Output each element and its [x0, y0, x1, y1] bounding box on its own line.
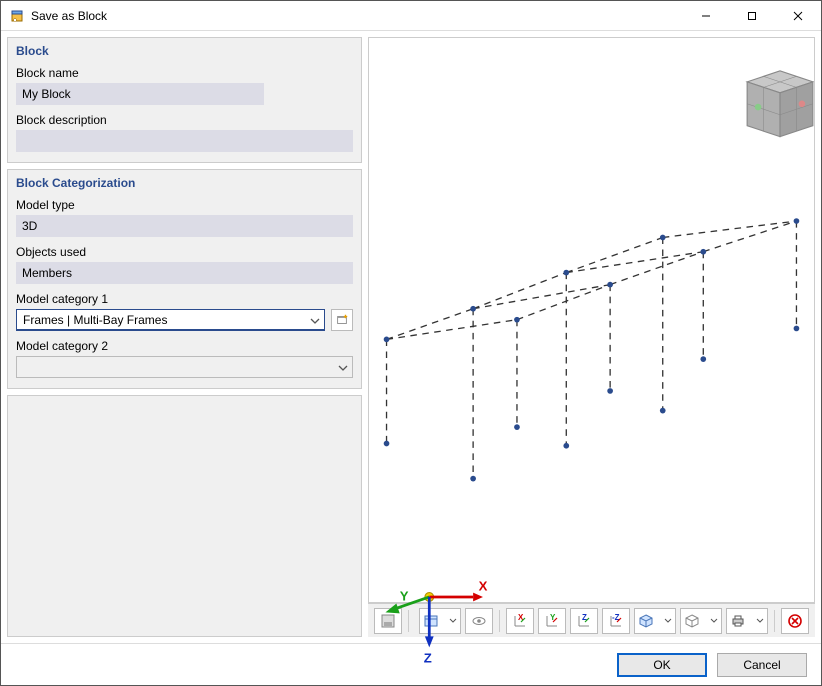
title-bar: Save as Block — [1, 1, 821, 31]
categorization-panel-title: Block Categorization — [16, 176, 353, 190]
block-panel-title: Block — [16, 44, 353, 58]
block-description-input[interactable] — [16, 130, 353, 152]
app-icon — [9, 8, 25, 24]
category2-label: Model category 2 — [16, 339, 353, 353]
left-column: Block Block name My Block Block descript… — [7, 37, 362, 637]
block-description-label: Block description — [16, 113, 353, 127]
objects-used-value: Members — [16, 262, 353, 284]
category2-combo[interactable] — [16, 356, 353, 378]
categorization-panel: Block Categorization Model type 3D Objec… — [7, 169, 362, 389]
axis-triad: X Y Z — [385, 578, 487, 665]
right-column: X Y Z — [368, 37, 815, 637]
preview-panel[interactable]: X Y Z — [368, 37, 815, 603]
chevron-down-icon — [338, 360, 348, 374]
model-nodes — [384, 218, 800, 481]
block-name-label: Block name — [16, 66, 353, 80]
empty-panel — [7, 395, 362, 637]
title-bar-left: Save as Block — [1, 1, 683, 30]
minimize-button[interactable] — [683, 1, 729, 30]
nav-cube[interactable] — [747, 71, 813, 137]
objects-used-label: Objects used — [16, 245, 353, 259]
axis-z-label: Z — [424, 651, 432, 666]
save-as-block-window: Save as Block Block Block name My Block … — [0, 0, 822, 686]
window-title: Save as Block — [31, 9, 107, 23]
category1-label: Model category 1 — [16, 292, 353, 306]
category1-combo[interactable]: Frames | Multi-Bay Frames — [16, 309, 325, 331]
model-wireframe — [387, 221, 797, 479]
model-type-value: 3D — [16, 215, 353, 237]
chevron-down-icon — [310, 313, 320, 327]
block-panel: Block Block name My Block Block descript… — [7, 37, 362, 163]
model-type-label: Model type — [16, 198, 353, 212]
close-button[interactable] — [775, 1, 821, 30]
content-area: Block Block name My Block Block descript… — [1, 31, 821, 643]
maximize-button[interactable] — [729, 1, 775, 30]
model-preview[interactable]: X Y Z — [369, 38, 814, 667]
axis-y-label: Y — [400, 588, 409, 603]
block-name-input[interactable]: My Block — [16, 83, 264, 105]
axis-x-label: X — [479, 578, 488, 593]
new-category-button[interactable] — [331, 309, 353, 331]
category1-combo-value: Frames | Multi-Bay Frames — [23, 313, 167, 327]
